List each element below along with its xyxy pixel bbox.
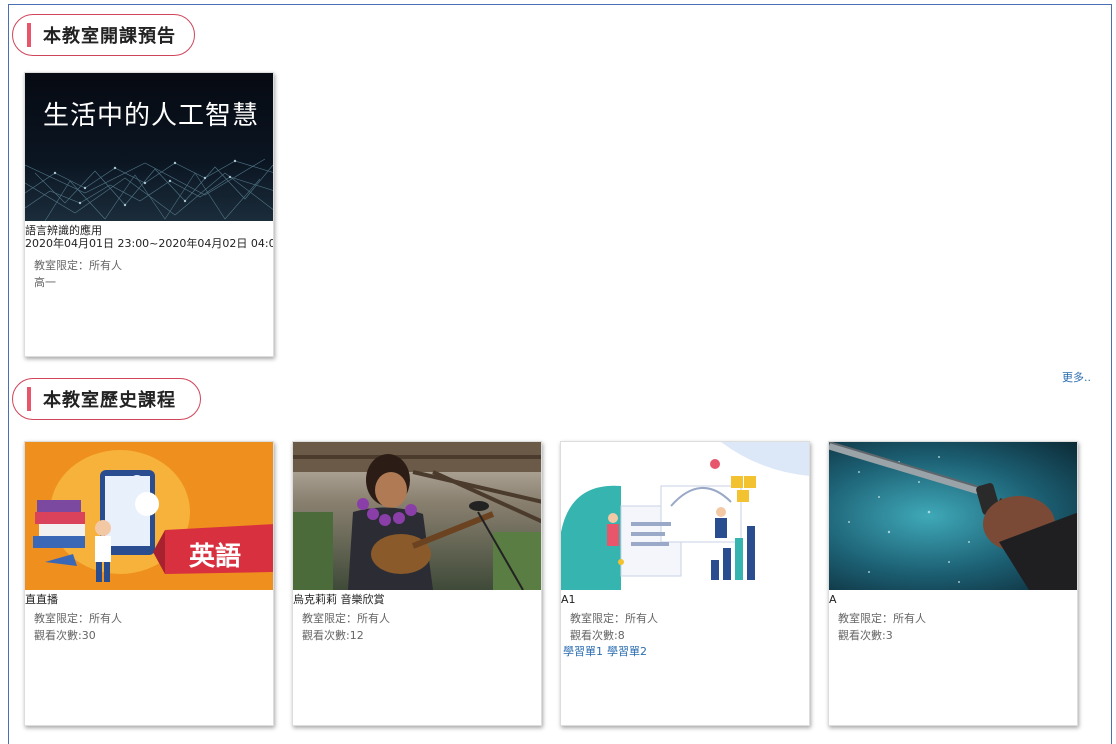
heading-accent-bar <box>27 23 31 47</box>
course-card-upcoming[interactable]: 生活中的人工智慧 語言辨識的應用 2020年04月01日 23:00~2020年… <box>24 72 274 357</box>
course-name[interactable]: A <box>829 593 1077 606</box>
course-name[interactable]: 直直播 <box>25 593 273 606</box>
section-title-upcoming: 本教室開課預告 <box>43 26 176 47</box>
course-restriction: 教室限定：所有人 <box>34 259 122 272</box>
course-date: 2020年04月01日 23:00~2020年04月02日 04:00 <box>25 237 274 250</box>
course-views: 觀看次數:8 <box>570 629 625 642</box>
course-thumbnail[interactable]: 英語 <box>25 442 273 590</box>
course-restriction: 教室限定：所有人 <box>34 612 122 625</box>
course-views: 觀看次數:30 <box>34 629 96 642</box>
sword-photo <box>829 442 1077 590</box>
worksheet-link-2[interactable]: 學習單2 <box>607 645 647 658</box>
course-views: 觀看次數:3 <box>838 629 893 642</box>
thumbnail-title: 生活中的人工智慧 <box>43 101 260 131</box>
study-illustration <box>561 442 809 590</box>
banner-text: 英語 <box>189 542 242 572</box>
course-card-history[interactable]: 烏克莉莉 音樂欣賞 教室限定：所有人 觀看次數:12 <box>292 441 542 726</box>
course-thumbnail[interactable] <box>293 442 541 590</box>
section-heading-upcoming: 本教室開課預告 <box>12 14 195 56</box>
course-card-history[interactable]: A 教室限定：所有人 觀看次數:3 <box>828 441 1078 726</box>
course-name[interactable]: 語言辨識的應用 <box>25 224 273 237</box>
course-restriction: 教室限定：所有人 <box>302 612 390 625</box>
course-views: 觀看次數:12 <box>302 629 364 642</box>
course-grade: 高一 <box>34 276 56 289</box>
heading-accent-bar <box>27 387 31 411</box>
section-title-history: 本教室歷史課程 <box>43 390 176 411</box>
course-thumbnail[interactable] <box>561 442 809 590</box>
course-restriction: 教室限定：所有人 <box>570 612 658 625</box>
worksheet-links: 學習單1 學習單2 <box>561 644 809 660</box>
worksheet-link-1[interactable]: 學習單1 <box>563 645 603 658</box>
course-thumbnail[interactable] <box>829 442 1077 590</box>
course-name[interactable]: A1 <box>561 593 809 606</box>
course-thumbnail[interactable]: 生活中的人工智慧 <box>25 73 273 221</box>
course-name[interactable]: 烏克莉莉 音樂欣賞 <box>293 593 541 606</box>
course-card-history[interactable]: A1 教室限定：所有人 觀看次數:8 學習單1 學習單2 <box>560 441 810 726</box>
section-heading-history: 本教室歷史課程 <box>12 378 201 420</box>
more-link[interactable]: 更多.. <box>1062 369 1091 385</box>
course-restriction: 教室限定：所有人 <box>838 612 926 625</box>
ukulele-photo <box>293 442 541 590</box>
course-card-history[interactable]: 英語 直直播 教室限定：所有人 觀看次數:30 <box>24 441 274 726</box>
